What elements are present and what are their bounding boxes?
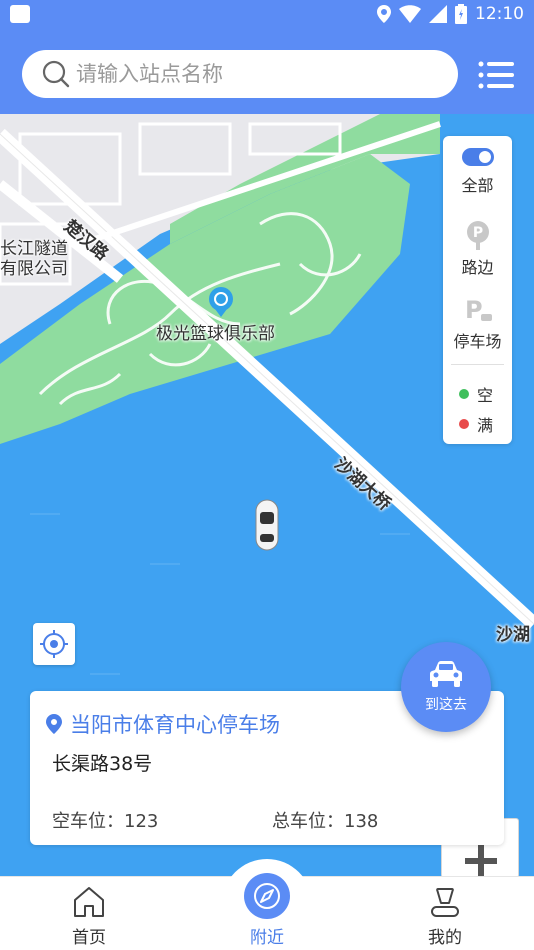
status-time: 12:10 [475, 4, 524, 24]
nav-home-label: 首页 [72, 928, 106, 948]
roadside-parking-icon: P [466, 221, 489, 250]
free-spaces: 空车位：123 [52, 807, 158, 833]
free-spaces-label: 空车位： [52, 811, 124, 832]
legend-full-label: 满 [477, 416, 494, 435]
green-dot-icon [459, 389, 469, 399]
filter-divider [451, 364, 504, 365]
search-box[interactable] [22, 50, 458, 98]
filter-all-label: 全部 [461, 176, 494, 195]
header [0, 30, 534, 114]
total-spaces-value: 138 [344, 811, 379, 832]
bottom-nav: 首页 附近 我的 [0, 859, 534, 950]
compass-icon [254, 883, 280, 909]
free-spaces-value: 123 [124, 811, 159, 832]
filter-roadside[interactable]: P 路边 [443, 220, 512, 278]
svg-text:P: P [472, 225, 482, 241]
car-icon [430, 661, 462, 687]
compass-button[interactable] [244, 873, 290, 919]
nav-mine-label: 我的 [428, 928, 462, 948]
notification-icon [10, 5, 30, 23]
status-bar: 12:10 [0, 0, 534, 30]
location-icon [377, 5, 391, 23]
parking-name: 当阳市体育中心停车场 [70, 713, 280, 737]
navigate-here-label: 到这去 [425, 697, 467, 713]
filter-parking-lot[interactable]: P 停车场 [443, 296, 512, 352]
red-dot-icon [459, 419, 469, 429]
list-menu-icon[interactable] [478, 60, 514, 90]
navigate-here-button[interactable]: 到这去 [401, 642, 491, 732]
card-title-row: 当阳市体育中心停车场 [46, 709, 280, 739]
wifi-icon [399, 5, 421, 23]
user-icon [431, 888, 459, 917]
location-pin-icon [46, 714, 62, 734]
plus-icon [465, 845, 497, 877]
legend-full: 满 [459, 412, 493, 436]
filter-roadside-label: 路边 [461, 258, 494, 277]
toggle-icon[interactable] [461, 148, 494, 166]
search-input[interactable] [76, 62, 416, 86]
locate-button[interactable] [33, 623, 75, 665]
parking-lot-icon: P [465, 296, 492, 324]
map-label-basketball-club: 极光篮球俱乐部 [156, 324, 275, 344]
legend-empty-label: 空 [477, 386, 494, 405]
filter-panel: 全部 P 路边 P 停车场 空 满 [443, 136, 512, 444]
svg-text:P: P [465, 296, 483, 324]
legend-empty: 空 [459, 382, 493, 406]
total-spaces: 总车位：138 [272, 807, 378, 833]
parking-address: 长渠路38号 [52, 753, 153, 775]
filter-all[interactable]: 全部 [443, 148, 512, 196]
nav-item-mine[interactable]: 我的 [385, 877, 505, 950]
total-spaces-label: 总车位： [272, 811, 344, 832]
nav-nearby-label: 附近 [250, 928, 284, 948]
nav-item-home[interactable]: 首页 [29, 877, 149, 950]
map-label-poi-line2: 有限公司 [0, 259, 68, 279]
car-marker-icon [255, 499, 279, 551]
crosshair-icon [40, 630, 68, 658]
signal-icon [429, 5, 447, 23]
map-label-edge: 沙湖 [496, 625, 530, 645]
home-icon [74, 887, 104, 917]
status-icons: 12:10 [377, 4, 524, 24]
filter-parking-lot-label: 停车场 [453, 332, 502, 351]
battery-icon [455, 4, 467, 24]
search-icon [42, 60, 70, 88]
